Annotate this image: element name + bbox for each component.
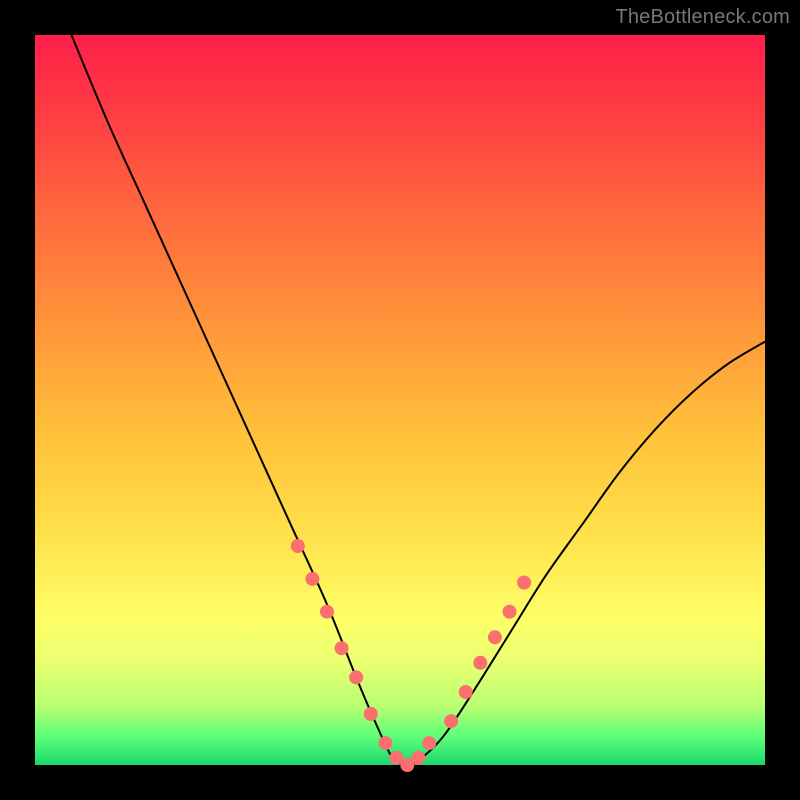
curve-marker	[305, 572, 319, 586]
chart-svg	[35, 35, 765, 765]
bottleneck-curve	[72, 35, 766, 765]
curve-marker	[364, 707, 378, 721]
chart-frame: TheBottleneck.com	[0, 0, 800, 800]
curve-marker	[349, 670, 363, 684]
curve-marker	[422, 736, 436, 750]
curve-marker	[291, 539, 305, 553]
watermark-label: TheBottleneck.com	[615, 6, 790, 29]
curve-marker	[488, 630, 502, 644]
curve-marker	[517, 576, 531, 590]
curve-marker	[411, 751, 425, 765]
curve-marker	[444, 714, 458, 728]
curve-marker	[473, 656, 487, 670]
curve-marker	[503, 605, 517, 619]
plot-area	[35, 35, 765, 765]
curve-marker	[320, 605, 334, 619]
curve-marker	[335, 641, 349, 655]
curve-marker	[378, 736, 392, 750]
curve-marker	[459, 685, 473, 699]
